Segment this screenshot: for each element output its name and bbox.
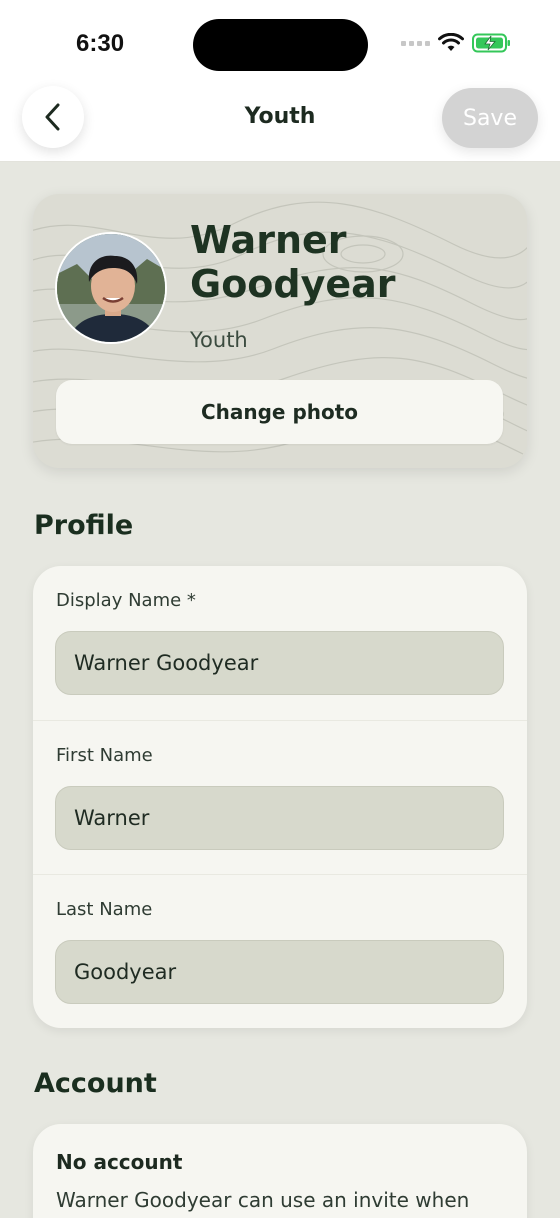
save-button[interactable]: Save [442,88,538,148]
first-name-label: First Name [56,745,153,766]
battery-charging-icon [472,33,510,53]
account-section-title: Account [34,1068,157,1099]
display-name-input[interactable]: Warner Goodyear [55,631,504,695]
status-time: 6:30 [76,30,125,57]
profile-section-title: Profile [34,510,134,541]
profile-header-card: Warner Goodyear Youth Change photo [33,194,527,468]
account-description: Warner Goodyear can use an invite when [56,1188,470,1212]
first-name-field: First Name Warner [33,720,527,874]
cellular-signal-icon [401,40,430,46]
profile-first-name: Warner [190,218,347,262]
last-name-label: Last Name [56,899,153,920]
change-photo-button[interactable]: Change photo [56,380,503,444]
account-status: No account [56,1150,183,1174]
display-name-field: Display Name * Warner Goodyear [33,566,527,720]
profile-card: Display Name * Warner Goodyear First Nam… [33,566,527,1028]
account-card: No account Warner Goodyear can use an in… [33,1124,527,1218]
top-bar: 6:30 Youth Save [0,0,560,162]
wifi-icon [438,33,464,51]
display-name-label: Display Name * [56,590,196,611]
profile-last-name: Goodyear [190,262,396,306]
last-name-input[interactable]: Goodyear [55,940,504,1004]
profile-name: Warner Goodyear [190,218,510,306]
avatar [55,232,167,344]
first-name-input[interactable]: Warner [55,786,504,850]
dynamic-island [193,19,368,71]
profile-role: Youth [190,328,248,352]
last-name-field: Last Name Goodyear [33,874,527,1028]
status-icons [401,33,512,53]
